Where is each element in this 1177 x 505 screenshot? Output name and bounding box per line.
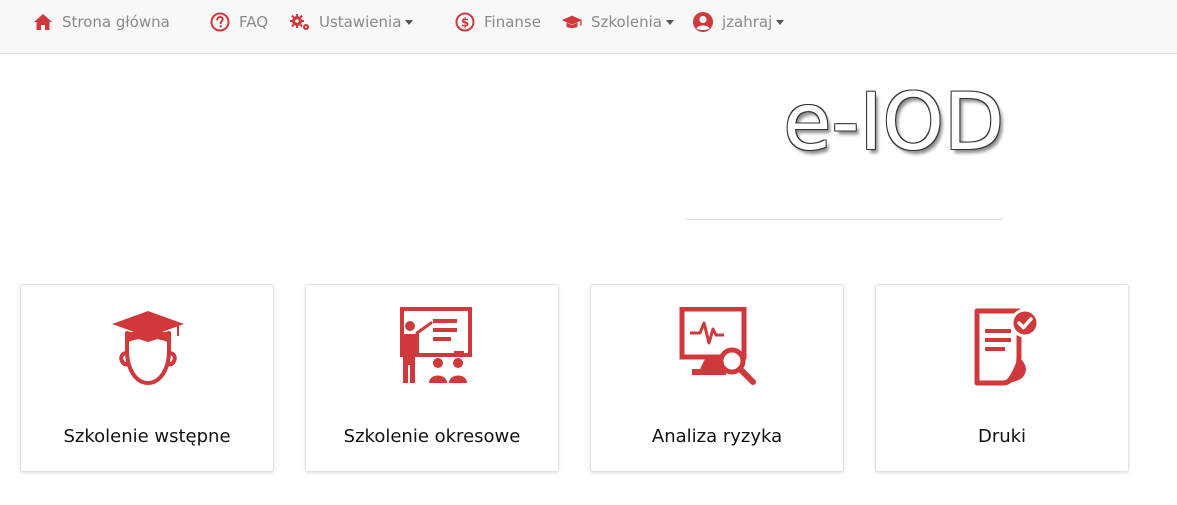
nav-item-finance[interactable]: $ Finanse xyxy=(454,10,541,34)
graduation-cap-icon xyxy=(561,11,583,33)
chevron-down-icon xyxy=(666,20,674,25)
card-initial-training[interactable]: Szkolenie wstępne xyxy=(20,284,274,472)
user-circle-icon xyxy=(692,11,714,33)
card-label: Szkolenie okresowe xyxy=(343,426,521,447)
presentation-teacher-icon xyxy=(393,307,473,387)
nav-item-home[interactable]: Strona główna xyxy=(32,10,170,34)
question-circle-icon xyxy=(209,11,231,33)
nav-label-faq: FAQ xyxy=(239,13,269,31)
dollar-circle-icon: $ xyxy=(454,11,476,33)
card-periodic-training[interactable]: Szkolenie okresowe xyxy=(305,284,559,472)
brand-logo-text: e-IOD xyxy=(783,78,1004,168)
nav-label-user: jzahraj xyxy=(722,13,773,31)
gears-icon xyxy=(289,11,311,33)
home-icon xyxy=(32,11,54,33)
nav-label-trainings: Szkolenia xyxy=(591,13,662,31)
nav-item-trainings[interactable]: Szkolenia xyxy=(561,10,674,34)
card-label: Analiza ryzyka xyxy=(651,426,783,447)
nav-item-settings[interactable]: Ustawienia xyxy=(289,10,414,34)
nav-item-faq[interactable]: FAQ xyxy=(209,10,268,34)
card-label: Druki xyxy=(977,426,1027,447)
top-navbar: Strona główna FAQ Ustawienia $ Finanse S… xyxy=(0,0,1177,54)
monitor-analysis-icon xyxy=(678,306,758,387)
nav-label-settings: Ustawienia xyxy=(319,13,402,31)
nav-label-finance: Finanse xyxy=(484,13,541,31)
card-label: Szkolenie wstępne xyxy=(63,426,231,447)
document-check-icon xyxy=(963,307,1043,387)
divider xyxy=(686,219,1003,220)
student-graduation-icon xyxy=(108,307,188,387)
chevron-down-icon xyxy=(405,20,414,25)
nav-label-home: Strona główna xyxy=(62,13,170,31)
svg-text:$: $ xyxy=(461,16,469,30)
card-forms[interactable]: Druki xyxy=(875,284,1129,472)
chevron-down-icon xyxy=(776,20,785,25)
brand-logo: e-IOD xyxy=(686,78,1004,168)
card-risk-analysis[interactable]: Analiza ryzyka xyxy=(590,284,844,472)
nav-item-user[interactable]: jzahraj xyxy=(692,10,785,34)
